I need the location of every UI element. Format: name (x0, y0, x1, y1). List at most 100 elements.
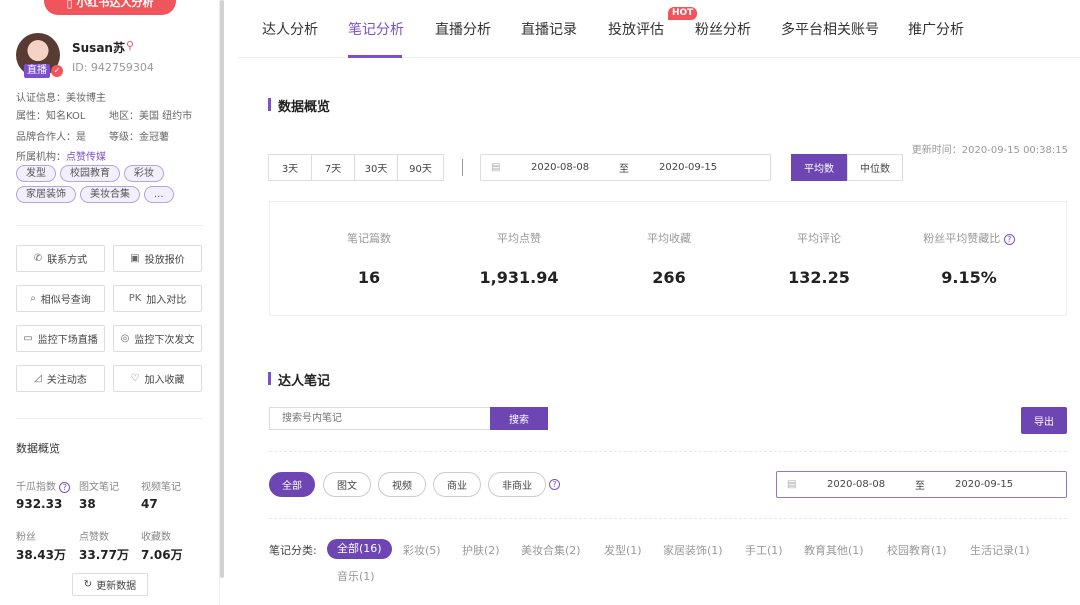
overview-date-range[interactable]: ▤ 2020-08-08 至 2020-09-15 (480, 154, 771, 181)
tag[interactable]: 校园教育 (60, 165, 120, 182)
refresh-data-button[interactable]: ↻ 更新数据 (72, 573, 148, 596)
tab-live-records[interactable]: 直播记录 (521, 19, 577, 39)
help-icon[interactable]: ? (1003, 233, 1015, 245)
stat-value: 33.77万 (79, 548, 129, 562)
tag[interactable]: 彩妆 (124, 165, 164, 182)
info-region: 地区：美国 纽约市 (109, 111, 193, 122)
sidebar: ▯ 小红书达人分析 直播 ✓ Susan苏 ⚲ ID: 942759304 认证… (0, 0, 220, 605)
range-90d[interactable]: 90天 (397, 154, 444, 181)
info-level: 等级：金冠薯 (109, 132, 169, 143)
monitor-live-button[interactable]: ▭ 监控下场直播 (16, 325, 105, 352)
note-search-input[interactable] (269, 407, 490, 430)
category-item[interactable]: 生活记录(1) (970, 542, 1030, 558)
divider (16, 225, 203, 226)
tab-multi-platform[interactable]: 多平台相关账号 (781, 19, 879, 39)
divider (16, 418, 203, 419)
add-compare-button[interactable]: PK 加入对比 (113, 285, 202, 312)
tab-bar: 达人分析 笔记分析 直播分析 直播记录 投放评估 HOT 粉丝分析 多平台相关账… (238, 0, 1080, 58)
calendar-icon: ▤ (787, 479, 797, 490)
overview-metrics: 笔记篇数 16 平均点赞 1,931.94 平均收藏 266 平均评论 132.… (269, 201, 1067, 316)
category-item[interactable]: 家居装饰(1) (663, 542, 723, 558)
info-attr: 属性：知名KOL (16, 111, 86, 122)
category-item[interactable]: 彩妆(5) (403, 542, 441, 558)
video-icon: ▭ (23, 333, 33, 344)
sidebar-scrollbar[interactable] (220, 0, 224, 578)
price-icon: ▣ (130, 253, 140, 264)
info-cert: 认证信息：美妆博主 (16, 93, 106, 104)
tab-note-analysis[interactable]: 笔记分析 (348, 19, 404, 39)
bell-icon: ◎ (120, 333, 130, 344)
document-icon: ▯ (66, 0, 73, 10)
mode-median[interactable]: 中位数 (847, 154, 903, 181)
follow-button[interactable]: ◿ 关注动态 (16, 365, 105, 392)
calendar-icon: ▤ (491, 162, 501, 173)
main-content: 达人分析 笔记分析 直播分析 直播记录 投放评估 HOT 粉丝分析 多平台相关账… (238, 0, 1080, 605)
tab-fan-analysis[interactable]: 粉丝分析 (695, 19, 751, 39)
help-icon[interactable]: ? (59, 481, 71, 493)
category-item[interactable]: 护肤(2) (462, 542, 500, 558)
filter-video[interactable]: 视频 (378, 472, 426, 497)
live-badge: 直播 (24, 64, 50, 78)
tag-list: 发型 校园教育 彩妆 家居装饰 美妆合集 ... (16, 165, 212, 203)
stat-mode-toggle: 平均数 中位数 (791, 154, 903, 181)
stat-value: 38 (79, 497, 96, 511)
stat-value: 38.43万 (16, 548, 66, 562)
mode-average[interactable]: 平均数 (791, 154, 847, 181)
notes-date-range[interactable]: ▤ 2020-08-08 至 2020-09-15 (776, 471, 1067, 498)
user-id: ID: 942759304 (72, 61, 154, 74)
category-item[interactable]: 美妆合集(2) (521, 542, 581, 558)
info-brand: 品牌合作人：是 (16, 132, 86, 143)
tag[interactable]: 家居装饰 (16, 186, 76, 203)
category-item[interactable]: 手工(1) (745, 542, 783, 558)
filter-all[interactable]: 全部 (269, 472, 315, 497)
side-data-overview-title: 数据概览 (16, 442, 60, 455)
tag[interactable]: 发型 (16, 165, 56, 182)
org-link[interactable]: 点赞传媒 (66, 152, 106, 163)
category-item[interactable]: 音乐(1) (337, 568, 375, 584)
stat-value: 47 (141, 497, 158, 511)
tab-influencer-analysis[interactable]: 达人分析 (262, 19, 318, 39)
page: ▯ 小红书达人分析 直播 ✓ Susan苏 ⚲ ID: 942759304 认证… (0, 0, 1080, 605)
monitor-post-button[interactable]: ◎ 监控下次发文 (113, 325, 202, 352)
tag-more[interactable]: ... (144, 186, 174, 203)
tab-promotion-analysis[interactable]: 推广分析 (908, 19, 964, 39)
xiaohongshu-analysis-button[interactable]: ▯ 小红书达人分析 (44, 0, 176, 15)
overview-title: 数据概览 (268, 96, 330, 115)
similar-search-button[interactable]: ⌕ 相似号查询 (16, 285, 105, 312)
pin-icon[interactable]: ⚲ (126, 39, 134, 52)
search-icon: ⌕ (30, 293, 36, 304)
contact-button[interactable]: ✆ 联系方式 (16, 245, 105, 272)
category-item[interactable]: 全部(16) (327, 539, 392, 559)
refresh-icon: ↻ (83, 579, 93, 590)
tab-campaign-evaluation[interactable]: 投放评估 (608, 19, 664, 39)
filter-image-text[interactable]: 图文 (323, 472, 371, 497)
user-name: Susan苏 (72, 41, 125, 55)
quote-button[interactable]: ▣ 投放报价 (113, 245, 202, 272)
trend-icon: ◿ (34, 373, 42, 384)
phone-icon: ✆ (33, 253, 43, 264)
stat-value: 7.06万 (141, 548, 183, 562)
range-3d[interactable]: 3天 (268, 154, 312, 181)
favorite-button[interactable]: ♡ 加入收藏 (113, 365, 202, 392)
filter-commercial[interactable]: 商业 (433, 472, 481, 497)
category-item[interactable]: 教育其他(1) (804, 542, 864, 558)
filter-non-commercial[interactable]: 非商业 (488, 472, 546, 497)
stat-label: 图文笔记 (79, 482, 119, 493)
export-button[interactable]: 导出 (1021, 407, 1067, 434)
help-icon[interactable]: ? (549, 479, 560, 490)
tag[interactable]: 美妆合集 (80, 186, 140, 203)
tab-live-analysis[interactable]: 直播分析 (435, 19, 491, 39)
stat-label: 点赞数 (79, 532, 109, 543)
pk-icon: PK (128, 293, 142, 304)
stat-label: 千瓜指数 ? (16, 478, 71, 493)
range-30d[interactable]: 30天 (354, 154, 398, 181)
active-tab-indicator (348, 55, 402, 58)
category-item[interactable]: 校园教育(1) (887, 542, 947, 558)
divider (269, 518, 1067, 519)
stat-label: 粉丝 (16, 532, 36, 543)
updated-time: 更新时间：2020-09-15 00:38:15 (911, 145, 1068, 156)
category-item[interactable]: 发型(1) (604, 542, 642, 558)
stat-value: 932.33 (16, 497, 63, 511)
search-button[interactable]: 搜索 (490, 407, 548, 430)
range-7d[interactable]: 7天 (311, 154, 355, 181)
